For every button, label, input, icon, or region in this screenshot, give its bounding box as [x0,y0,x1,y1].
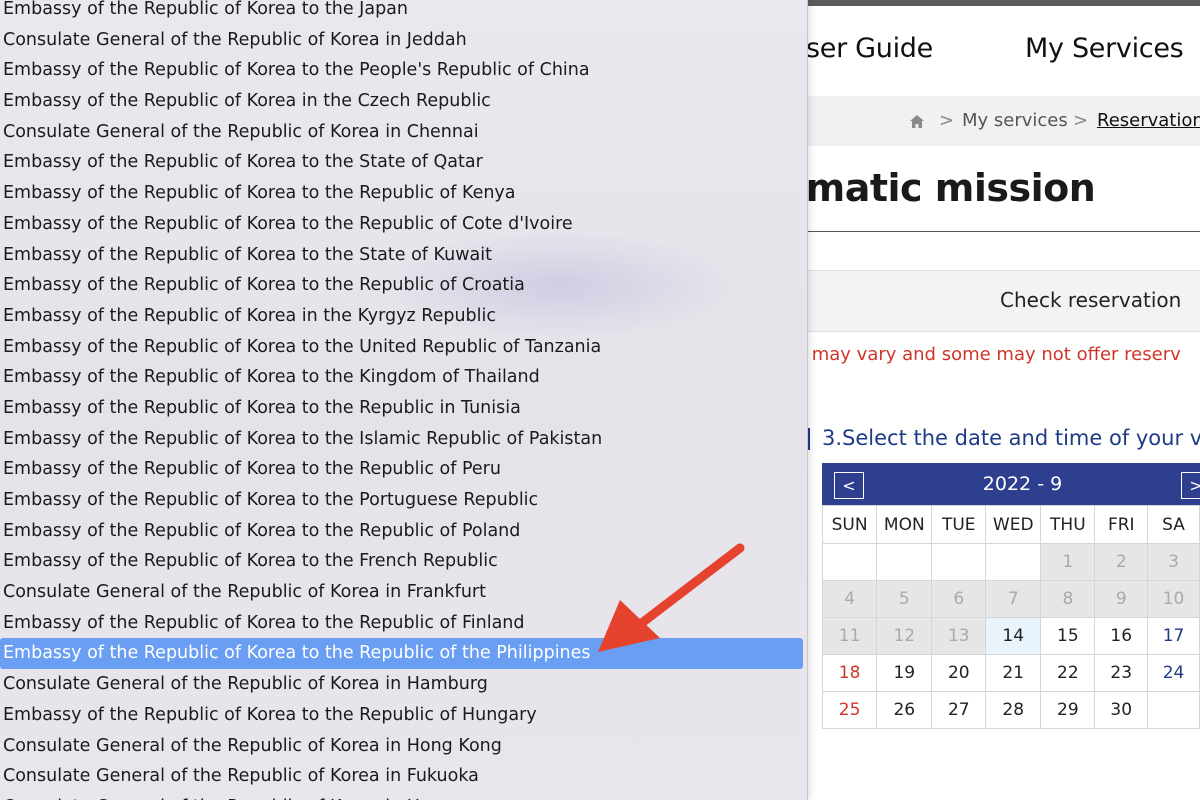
calendar-day[interactable]: 17 [1147,617,1200,655]
mission-option[interactable]: Embassy of the Republic of Korea to the … [0,270,807,301]
calendar-day[interactable]: 28 [985,691,1042,729]
calendar-day[interactable]: 24 [1147,654,1200,692]
breadcrumb-separator: > [939,110,955,131]
calendar-grid: SUN MON TUE WED THU FRI SA 1 2 3 4 5 6 7… [821,505,1200,729]
calendar-day-today[interactable]: 14 [985,617,1042,655]
calendar-day: 7 [985,580,1042,618]
mission-option[interactable]: Embassy of the Republic of Korea to the … [0,424,807,455]
calendar-day: 6 [931,580,987,618]
calendar-day [876,543,933,581]
calendar-day: 10 [1147,580,1200,618]
mission-option[interactable]: Embassy of the Republic of Korea to the … [0,485,807,516]
calendar-day[interactable]: 21 [985,654,1042,692]
calendar-day[interactable]: 22 [1040,654,1096,692]
calendar-day: 2 [1094,543,1149,581]
calendar-next-button[interactable]: > [1181,472,1200,499]
calendar-day[interactable]: 18 [821,654,878,692]
mission-option[interactable]: Consulate General of the Republic of Kor… [0,25,807,56]
mission-option[interactable]: Consulate General of the Republic of Kor… [0,117,807,148]
calendar-day [931,543,987,581]
weekday-label: THU [1040,505,1096,544]
calendar-day [1147,691,1200,729]
calendar-weekday-row: SUN MON TUE WED THU FRI SA [821,505,1200,544]
mission-option[interactable]: Consulate General of the Republic of Kor… [0,792,807,800]
mission-option[interactable]: Embassy of the Republic of Korea to the … [0,332,807,363]
mission-option[interactable]: Embassy of the Republic of Korea to the … [0,0,807,25]
title-divider [780,231,1200,232]
mission-option[interactable]: Embassy of the Republic of Korea to the … [0,209,807,240]
weekday-label: WED [985,505,1042,544]
step-title: 3.Select the date and time of your visit [822,426,1200,450]
calendar-day: 5 [876,580,933,618]
calendar-day: 4 [821,580,878,618]
red-arrow-icon [598,543,745,652]
calendar-day: 8 [1040,580,1096,618]
service-notice: vices may vary and some may not offer re… [760,344,1181,365]
weekday-label: SA [1147,505,1200,544]
weekday-label: TUE [931,505,987,544]
calendar-day: 1 [1040,543,1096,581]
calendar-day[interactable]: 25 [821,691,878,729]
calendar-day[interactable]: 15 [1040,617,1096,655]
weekday-label: SUN [821,505,878,544]
calendar-day [821,543,878,581]
mission-option[interactable]: Consulate General of the Republic of Kor… [0,731,807,762]
mission-option[interactable]: Embassy of the Republic of Korea to the … [0,178,807,209]
calendar-day: 3 [1147,543,1200,581]
mission-dropdown-list[interactable]: Embassy of the Republic of Korea to the … [0,0,808,800]
mission-option[interactable]: Consulate General of the Republic of Kor… [0,669,807,700]
mission-option[interactable]: Embassy of the Republic of Korea to the … [0,393,807,424]
mission-option[interactable]: Embassy of the Republic of Korea to the … [0,362,807,393]
calendar-week: 25 26 27 28 29 30 [821,691,1200,729]
calendar-day: 12 [876,617,933,655]
calendar-day[interactable]: 26 [876,691,933,729]
calendar-day[interactable]: 23 [1094,654,1149,692]
mission-option[interactable]: Embassy of the Republic of Korea to the … [0,454,807,485]
calendar-week: 18 19 20 21 22 23 24 [821,654,1200,692]
calendar-month-label: 2022 - 9 [982,473,1063,495]
mission-option[interactable]: Embassy of the Republic of Korea to the … [0,700,807,731]
calendar-day[interactable]: 30 [1094,691,1149,729]
page-title: omatic mission [780,166,1096,210]
home-icon[interactable] [909,114,925,129]
calendar-day: 11 [821,617,878,655]
calendar-week: 4 5 6 7 8 9 10 [821,580,1200,618]
breadcrumb-my-services[interactable]: My services [962,110,1068,131]
mission-option[interactable]: Consulate General of the Republic of Kor… [0,761,807,792]
calendar-day: 9 [1094,580,1149,618]
calendar-day: 13 [931,617,987,655]
calendar-week: 1 2 3 [821,543,1200,581]
mission-option[interactable]: Embassy of the Republic of Korea to the … [0,55,807,86]
calendar-day[interactable]: 19 [876,654,933,692]
calendar-day [985,543,1042,581]
calendar-day[interactable]: 27 [931,691,987,729]
mission-option[interactable]: Embassy of the Republic of Korea in the … [0,86,807,117]
mission-option[interactable]: Embassy of the Republic of Korea to the … [0,240,807,271]
check-reservation-label[interactable]: Check reservation [1000,288,1181,312]
mission-option[interactable]: Embassy of the Republic of Korea to the … [0,147,807,178]
mission-option[interactable]: Embassy of the Republic of Korea in the … [0,301,807,332]
calendar-day[interactable]: 20 [931,654,987,692]
nav-my-services[interactable]: My Services [1025,33,1184,64]
nav-user-guide[interactable]: ser Guide [806,33,933,64]
weekday-label: FRI [1094,505,1149,544]
calendar-day[interactable]: 16 [1094,617,1149,655]
breadcrumb-separator: > [1073,110,1089,131]
weekday-label: MON [876,505,933,544]
mission-options: Embassy of the Republic of Korea to the … [0,0,807,800]
calendar-prev-button[interactable]: < [834,472,864,499]
calendar-week: 11 12 13 14 15 16 17 [821,617,1200,655]
breadcrumb-current[interactable]: Reservation [1097,110,1200,131]
calendar-day[interactable]: 29 [1040,691,1096,729]
